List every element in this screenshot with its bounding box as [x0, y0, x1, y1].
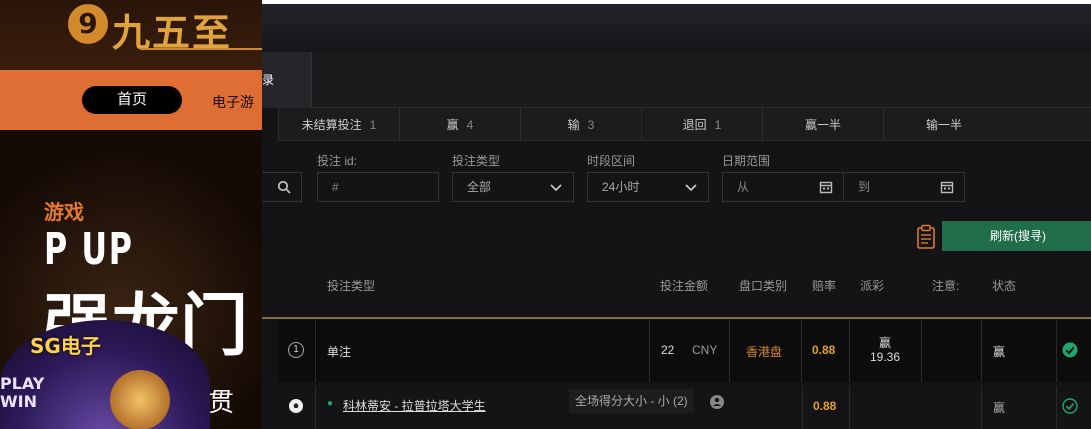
filter-tab-count: 1 — [714, 117, 722, 132]
search-field[interactable] — [262, 172, 302, 202]
date-to-input[interactable]: 到 — [843, 172, 965, 202]
selection-cell: ● 科林蒂安 - 拉普拉塔大学生 全场得分大小 - 小 (2) — [316, 386, 802, 429]
play-win-logo: PLAY WIN — [0, 374, 45, 411]
col-odds: 赔率 — [812, 279, 837, 293]
bet-type: 单注 — [327, 345, 352, 359]
col-payout: 派彩 — [860, 279, 885, 293]
filter-tab-refund[interactable]: 退回 1 — [641, 108, 762, 141]
date-from-placeholder: 从 — [737, 180, 750, 194]
bet-id-label: 投注 id: — [317, 154, 358, 168]
period-select[interactable]: 24小时 — [587, 172, 709, 202]
filter-tab-label: 输一半 — [925, 118, 962, 132]
sport-icon-cell — [278, 386, 316, 429]
status-filter-bar: 未结算投注 1 赢 4 输 3 退回 1 赢一半 输一半 — [278, 108, 1091, 141]
odds: 0.88 — [813, 399, 837, 413]
filter-tab-half-lose[interactable]: 输一半 — [883, 108, 1004, 141]
nav-slots[interactable]: 电子游 — [212, 92, 254, 112]
tab-label: 录 — [262, 73, 275, 87]
clipboard-icon[interactable] — [916, 224, 936, 250]
col-status: 状态 — [992, 279, 1017, 293]
filter-tab-half-win[interactable]: 赢一半 — [762, 108, 883, 141]
soccer-ball-icon — [289, 399, 303, 413]
tab-bar: 录 — [262, 52, 1091, 108]
period-value: 24小时 — [602, 180, 640, 194]
site-nav: 首页 电子游 — [0, 70, 262, 130]
check-circle-icon — [1062, 342, 1078, 358]
user-icon — [710, 395, 724, 409]
odds: 0.88 — [812, 343, 836, 357]
filter-tab-label: 输 — [567, 118, 580, 132]
header-divider — [262, 317, 1091, 319]
bet-type-label: 投注类型 — [452, 154, 501, 168]
period-label: 时段区间 — [587, 154, 636, 168]
col-bet-type: 投注类型 — [327, 279, 376, 293]
payout-value: 19.36 — [870, 350, 901, 364]
date-range-label: 日期范围 — [722, 154, 771, 168]
site-header: 9 九五至 — [0, 0, 262, 70]
date-from-input[interactable]: 从 — [722, 172, 844, 202]
payout-cell: 赢 19.36 — [850, 320, 922, 382]
filter-tab-unsettled[interactable]: 未结算投注 1 — [278, 108, 399, 141]
chevron-down-icon — [685, 184, 697, 192]
table-header: 投注类型 投注金额 盘口类别 赔率 派彩 注意: 状态 — [262, 263, 1091, 299]
note-cell — [922, 320, 982, 382]
filter-tab-win[interactable]: 赢 4 — [399, 108, 520, 141]
logo-icon: 9 — [68, 4, 108, 44]
table-row[interactable]: 1 单注 22 CNY 香港盘 0.88 赢 19.36 赢 — [278, 320, 1091, 382]
filter-tab-label: 赢一半 — [804, 118, 841, 132]
status: 赢 — [993, 345, 1006, 359]
bet-id-input[interactable] — [317, 172, 439, 202]
filter-tab-lose[interactable]: 输 3 — [520, 108, 641, 141]
odds-cell: 0.88 — [802, 386, 850, 429]
live-dot-icon: ● — [327, 398, 334, 409]
table-row[interactable]: ● 科林蒂安 - 拉普拉塔大学生 全场得分大小 - 小 (2) 0.88 赢 — [278, 386, 1091, 429]
odds-cell: 0.88 — [802, 320, 850, 382]
status: 赢 — [993, 401, 1006, 415]
modal-header — [262, 0, 1091, 52]
refresh-search-button[interactable]: 刷新(搜寻) — [942, 221, 1091, 251]
date-to-placeholder: 到 — [858, 180, 871, 194]
tab-bet-record[interactable]: 录 — [262, 52, 312, 108]
amount: 22 — [661, 343, 675, 357]
bet-history-modal: 录 未结算投注 1 赢 4 输 3 退回 1 赢一半 输一半 投注 id: 投注… — [262, 0, 1091, 429]
search-icon — [277, 180, 291, 194]
filter-tab-count: 3 — [587, 117, 595, 132]
odds-type: 香港盘 — [746, 345, 783, 359]
promo-banner: 游戏 P UP 强龙门 贯 SG电子 PLAY WIN — [0, 130, 262, 429]
banner-tag: 游戏 — [44, 200, 84, 224]
status-cell: 赢 — [982, 386, 1057, 429]
background-website: 9 九五至 首页 电子游 游戏 P UP 强龙门 贯 SG电子 PLAY WIN — [0, 0, 262, 429]
bet-type-value: 全部 — [467, 180, 492, 194]
filter-tab-count: 4 — [466, 117, 474, 132]
banner-headline: P UP — [44, 224, 134, 275]
logo-ornament — [140, 48, 262, 52]
sg-label: SG电子 — [30, 334, 101, 358]
chevron-down-icon — [550, 184, 562, 192]
currency: CNY — [692, 343, 718, 357]
bet-type-cell: 单注 — [316, 320, 650, 382]
game-hero-image — [110, 370, 170, 429]
calendar-icon — [940, 181, 954, 194]
row-index: 1 — [288, 342, 304, 358]
filter-tab-label: 赢 — [446, 118, 459, 132]
status-cell: 赢 — [982, 320, 1057, 382]
match-name[interactable]: 科林蒂安 - 拉普拉塔大学生 — [343, 397, 486, 414]
amount-cell: 22 CNY — [650, 320, 730, 382]
banner-side-char: 贯 — [208, 388, 235, 418]
filter-tab-label: 退回 — [682, 118, 707, 132]
nav-home[interactable]: 首页 — [82, 86, 182, 114]
col-note: 注意: — [932, 279, 960, 293]
check-circle-outline-icon — [1062, 398, 1078, 414]
market: 全场得分大小 - 小 (2) — [569, 389, 694, 413]
filter-tab-count: 1 — [369, 117, 377, 132]
odds-type-cell: 香港盘 — [730, 320, 802, 382]
payout-label: 赢 — [879, 336, 892, 350]
bet-type-select[interactable]: 全部 — [452, 172, 574, 202]
col-amount: 投注金额 — [660, 279, 709, 293]
calendar-icon — [819, 181, 833, 194]
payout-cell — [850, 386, 982, 429]
row-index-cell: 1 — [278, 320, 316, 382]
filter-tab-label: 未结算投注 — [301, 118, 362, 132]
col-odds-type: 盘口类别 — [739, 279, 788, 293]
